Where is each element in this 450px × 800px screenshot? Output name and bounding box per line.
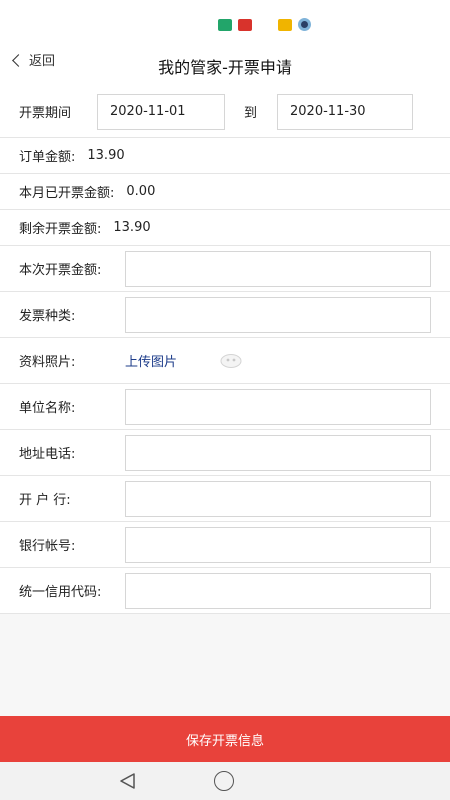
company-name-label: 单位名称: [19, 401, 76, 416]
address-phone-row: 地址电话: [0, 430, 450, 476]
bank-account-row: 银行帐号: [0, 522, 450, 568]
page-title: 我的管家-开票申请 [158, 58, 292, 77]
invoice-type-input[interactable] [125, 296, 431, 333]
invoice-type-row: 发票种类: [0, 292, 450, 338]
message-notification-icon [278, 18, 292, 31]
period-end-field[interactable]: 2020-11-30 [277, 93, 413, 130]
invoice-amount-row: 本次开票金额: [0, 246, 450, 292]
invoice-type-label: 发票种类: [19, 309, 76, 324]
order-amount-value: 13.90 [87, 148, 125, 163]
app-notification-icon [218, 18, 232, 31]
upload-image-link[interactable]: 上传图片 [125, 351, 177, 370]
status-bar [0, 0, 450, 40]
invoiced-this-month-row: 本月已开票金额: 0.00 [0, 174, 450, 210]
address-phone-input[interactable] [125, 434, 431, 471]
credit-code-row: 统一信用代码: [0, 568, 450, 614]
app-notification-icon [298, 18, 311, 31]
invoice-amount-label: 本次开票金额: [19, 263, 102, 278]
photo-row: 资料照片: 上传图片 [0, 338, 450, 384]
remaining-amount-value: 13.90 [113, 220, 151, 235]
company-name-row: 单位名称: [0, 384, 450, 430]
period-to-label: 到 [244, 106, 258, 121]
home-circle-icon[interactable] [214, 771, 234, 791]
nav-bar: 返回 我的管家-开票申请 [0, 40, 450, 86]
invoiced-this-month-value: 0.00 [126, 184, 156, 199]
bank-input[interactable] [125, 480, 431, 517]
bank-account-input[interactable] [125, 526, 431, 563]
invoice-form: 开票期间 2020-11-01 到 2020-11-30 订单金额: 13.90… [0, 86, 450, 614]
image-placeholder-icon[interactable] [220, 353, 242, 369]
invoice-period-label: 开票期间 [19, 106, 72, 121]
invoiced-this-month-label: 本月已开票金额: [19, 186, 115, 201]
back-triangle-icon[interactable] [119, 772, 137, 790]
photo-label: 资料照片: [19, 355, 76, 370]
app-notification-icon [238, 18, 252, 31]
order-amount-label: 订单金额: [19, 150, 76, 165]
bank-label: 开 户 行: [19, 493, 71, 508]
address-phone-label: 地址电话: [19, 447, 76, 462]
bank-row: 开 户 行: [0, 476, 450, 522]
period-start-field[interactable]: 2020-11-01 [97, 93, 225, 130]
save-invoice-button[interactable]: 保存开票信息 [0, 716, 450, 762]
remaining-amount-label: 剩余开票金额: [19, 222, 102, 237]
credit-code-label: 统一信用代码: [19, 585, 102, 600]
status-icons [218, 18, 311, 31]
system-nav-bar [0, 762, 450, 800]
remaining-amount-row: 剩余开票金额: 13.90 [0, 210, 450, 246]
credit-code-input[interactable] [125, 572, 431, 609]
invoice-amount-input[interactable] [125, 250, 431, 287]
company-name-input[interactable] [125, 388, 431, 425]
bank-account-label: 银行帐号: [19, 539, 76, 554]
order-amount-row: 订单金额: 13.90 [0, 138, 450, 174]
invoice-period-row: 开票期间 2020-11-01 到 2020-11-30 [0, 86, 450, 138]
